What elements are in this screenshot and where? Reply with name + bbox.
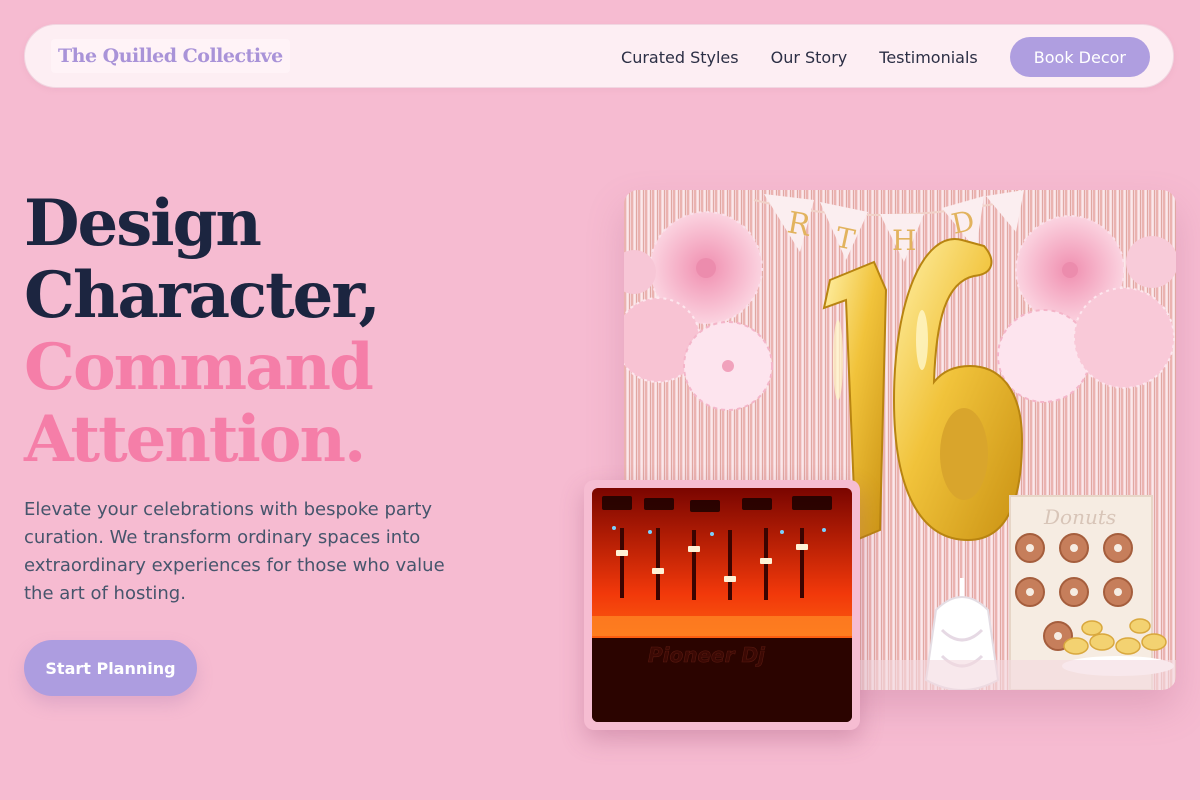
nav-links: Curated Styles Our Story Testimonials Bo… bbox=[621, 37, 1150, 77]
hero-title-line-1: Design bbox=[24, 186, 262, 261]
mixer-brand-text: Pioneer Dj bbox=[648, 643, 766, 667]
donut-sign-text: Donuts bbox=[1043, 505, 1116, 529]
nav-link-our-story[interactable]: Our Story bbox=[771, 48, 848, 67]
dj-mixer-photo-frame: Pioneer Dj bbox=[584, 480, 860, 730]
brand-logo[interactable]: The Quilled Collective bbox=[51, 39, 290, 73]
hero-title-line-2: Character, bbox=[24, 258, 381, 333]
book-decor-button[interactable]: Book Decor bbox=[1009, 37, 1150, 77]
dj-mixer-photo: Pioneer Dj bbox=[592, 488, 852, 722]
nav-link-curated-styles[interactable]: Curated Styles bbox=[621, 48, 739, 67]
hero-description: Elevate your celebrations with bespoke p… bbox=[24, 499, 445, 604]
nav-link-testimonials[interactable]: Testimonials bbox=[879, 48, 978, 67]
hero-title: Design Character, Command Attention. bbox=[24, 186, 381, 477]
hero-title-line-4: Attention. bbox=[24, 402, 366, 477]
top-navigation: The Quilled Collective Curated Styles Ou… bbox=[24, 24, 1174, 88]
start-planning-button[interactable]: Start Planning bbox=[24, 640, 197, 696]
hero-title-line-3: Command bbox=[24, 330, 374, 405]
banner-letter: H bbox=[892, 224, 916, 257]
